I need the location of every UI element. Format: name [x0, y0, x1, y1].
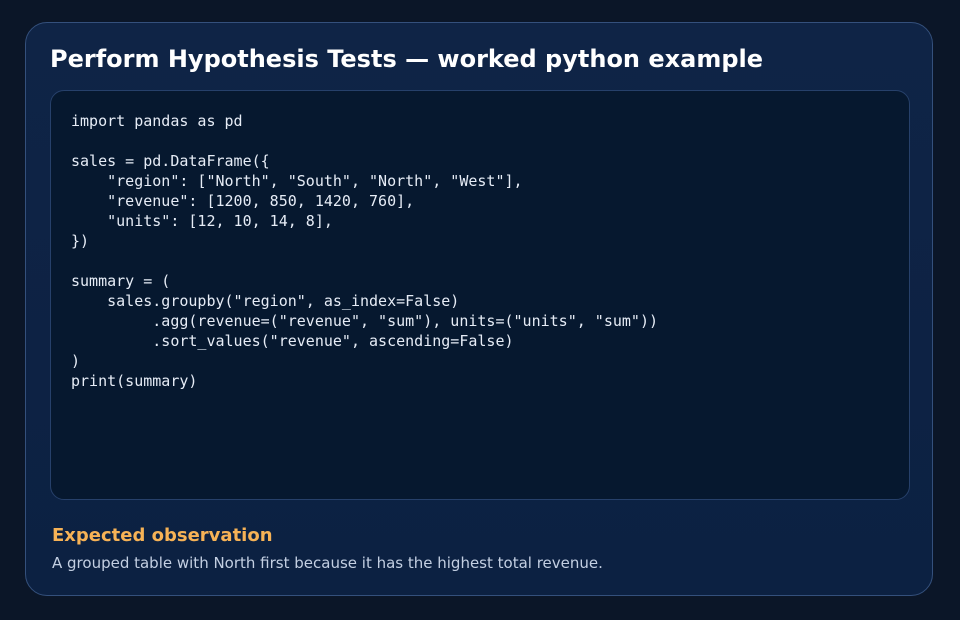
observation-heading: Expected observation: [52, 525, 273, 546]
observation-text: A grouped table with North first because…: [52, 554, 603, 572]
code-text: import pandas as pd sales = pd.DataFrame…: [71, 112, 658, 390]
code-block: import pandas as pd sales = pd.DataFrame…: [50, 90, 910, 500]
example-card: Perform Hypothesis Tests — worked python…: [25, 22, 933, 596]
card-title: Perform Hypothesis Tests — worked python…: [50, 45, 764, 73]
